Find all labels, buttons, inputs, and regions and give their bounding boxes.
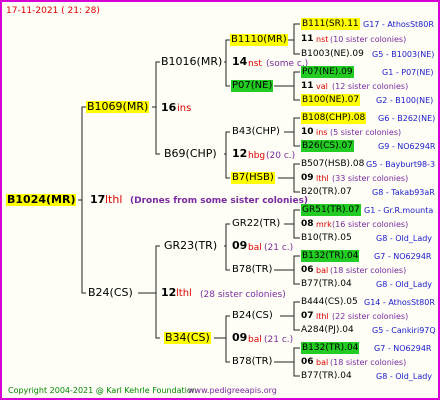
gen4-3-number: 10 xyxy=(301,127,314,137)
pedigree-canvas: 17-11-2021 ( 21: 28) B1024(MR) 17 lthl (… xyxy=(0,0,440,400)
gen2-mating-type-1: nst xyxy=(248,59,262,69)
gen3-queen-1[interactable]: B1110(MR) xyxy=(230,34,288,46)
gen4-1-bottom-queen[interactable]: B1003(NE).09 xyxy=(301,48,364,60)
gen4-8-number: 06 xyxy=(301,357,314,367)
gen4-8-mating-type: bal xyxy=(316,358,329,367)
gen2-mating-type-2: hbg xyxy=(248,151,266,161)
gen4-8-note: (18 sister colonies) xyxy=(330,358,407,367)
gen4-3-bottom-origin: G9 - NO6294R xyxy=(378,142,436,151)
gen4-5-top-queen[interactable]: GR51(TR).07 xyxy=(301,204,361,216)
gen4-7-top-origin: G14 - AthosSt80R xyxy=(364,298,435,307)
gen1-number-1: 16 xyxy=(161,101,177,114)
gen2-note-4: (21 c.) xyxy=(264,335,294,345)
root-note: (Drones from some sister colonies) xyxy=(130,196,309,206)
gen4-4-top-origin: G5 - Bayburt98-3 xyxy=(366,160,436,169)
gen4-1-top-queen[interactable]: B111(SR).11 xyxy=(301,18,360,30)
gen4-1-top-origin: G17 - AthosSt80R xyxy=(363,20,434,29)
gen4-7-mating-type: lthl xyxy=(316,312,329,321)
root-queen[interactable]: B1024(MR) xyxy=(6,194,77,206)
gen1-mating-type-2: lthl xyxy=(176,288,192,299)
gen1-queen-2[interactable]: B24(CS) xyxy=(88,287,133,299)
gen2-queen-3[interactable]: GR23(TR) xyxy=(164,240,217,252)
gen2-note-3: (21 c.) xyxy=(264,243,294,253)
gen4-4-note: (33 sister colonies) xyxy=(332,174,409,183)
gen4-4-top-queen[interactable]: B507(HSB).08 xyxy=(301,158,364,170)
gen2-queen-4[interactable]: B34(CS) xyxy=(164,332,211,344)
gen4-7-top-queen[interactable]: B444(CS).05 xyxy=(301,296,358,308)
gen4-3-note: (5 sister colonies) xyxy=(330,128,402,137)
gen3-queen-2[interactable]: P07(NE) xyxy=(231,80,274,92)
gen4-3-bottom-queen[interactable]: B26(CS).07 xyxy=(301,140,354,152)
gen3-queen-8[interactable]: B78(TR) xyxy=(232,356,272,368)
gen2-number-4: 09 xyxy=(232,331,248,344)
gen4-3-top-queen[interactable]: B108(CHP).08 xyxy=(301,112,367,124)
gen4-2-top-origin: G1 - P07(NE) xyxy=(382,68,434,77)
gen4-1-mating-type: nst xyxy=(316,35,329,44)
gen4-7-number: 07 xyxy=(301,311,314,321)
gen4-6-note: (18 sister colonies) xyxy=(330,266,407,275)
gen2-number-3: 09 xyxy=(232,239,248,252)
gen4-5-bottom-origin: G8 - Old_Lady xyxy=(376,234,433,243)
gen4-5-mating-type: mrk xyxy=(316,220,332,229)
gen4-7-note: (22 sister colonies) xyxy=(332,312,409,321)
gen4-8-bottom-queen[interactable]: B77(TR).04 xyxy=(301,370,352,382)
report-date: 17-11-2021 ( 21: 28) xyxy=(6,6,100,16)
gen2-note-2: (20 c.) xyxy=(266,151,296,161)
gen4-8-top-origin: G7 - NO6294R xyxy=(374,344,432,353)
gen4-5-number: 08 xyxy=(301,219,314,229)
gen3-queen-6[interactable]: B78(TR) xyxy=(232,264,272,276)
gen4-8-top-queen[interactable]: B132(TR).04 xyxy=(301,342,360,354)
gen4-1-number: 11 xyxy=(301,34,314,44)
gen1-mating-type-1: ins xyxy=(177,103,192,114)
gen4-1-bottom-origin: G5 - B1003(NE) xyxy=(372,50,435,59)
gen4-7-bottom-origin: G5 - Cankiri97Q xyxy=(372,326,436,335)
gen4-1-note: (10 sister colonies) xyxy=(330,35,407,44)
gen2-queen-1[interactable]: B1016(MR) xyxy=(161,56,222,68)
gen4-6-number: 06 xyxy=(301,265,314,275)
gen3-queen-7[interactable]: B24(CS) xyxy=(232,310,273,322)
gen4-5-top-origin: G1 - Gr.R.mounta xyxy=(364,206,434,215)
gen4-2-top-queen[interactable]: P07(NE).09 xyxy=(301,66,354,78)
gen4-2-bottom-queen[interactable]: B100(NE).07 xyxy=(301,94,361,106)
gen2-mating-type-4: bal xyxy=(248,335,262,345)
gen4-2-mating-type: val xyxy=(316,82,328,91)
gen4-2-number: 11 xyxy=(301,81,314,91)
footer-site-link[interactable]: www.pedigreeapis.org xyxy=(188,385,277,397)
gen3-queen-3[interactable]: B43(CHP) xyxy=(232,126,280,138)
gen4-2-note: (12 sister colonies) xyxy=(332,82,409,91)
gen4-4-bottom-origin: G8 - Takab93aR xyxy=(372,188,435,197)
gen2-mating-type-3: bal xyxy=(248,243,262,253)
gen4-6-bottom-origin: G8 - Old_Lady xyxy=(376,280,433,289)
gen2-number-2: 12 xyxy=(232,147,248,160)
gen4-6-bottom-queen[interactable]: B77(TR).04 xyxy=(301,278,352,290)
gen4-8-bottom-origin: G8 - Old_Lady xyxy=(376,372,433,381)
root-queen-number: 17 xyxy=(90,193,106,206)
gen4-2-bottom-origin: G2 - B100(NE) xyxy=(376,96,434,105)
gen4-4-mating-type: lthl xyxy=(316,174,329,183)
gen2-queen-2[interactable]: B69(CHP) xyxy=(164,148,217,160)
gen3-queen-4[interactable]: B7(HSB) xyxy=(231,172,275,184)
gen4-7-bottom-queen[interactable]: A284(PJ).04 xyxy=(301,324,354,336)
gen4-3-top-origin: G6 - B262(NE) xyxy=(378,114,436,123)
gen4-3-mating-type: ins xyxy=(316,128,328,137)
gen4-4-bottom-queen[interactable]: B20(TR).07 xyxy=(301,186,352,198)
gen1-number-2: 12 xyxy=(161,286,177,299)
gen1-queen-1[interactable]: B1069(MR) xyxy=(86,101,150,113)
gen3-queen-5[interactable]: GR22(TR) xyxy=(232,218,280,230)
footer-copyright: Copyright 2004-2021 @ Karl Kehrle Founda… xyxy=(8,386,197,395)
gen4-6-top-queen[interactable]: B132(TR).04 xyxy=(301,250,360,262)
gen4-5-note: (16 sister colonies) xyxy=(332,220,409,229)
gen4-6-mating-type: bal xyxy=(316,266,329,275)
gen4-4-number: 09 xyxy=(301,173,314,183)
root-mating-type: lthl xyxy=(105,193,123,206)
gen1-note-2: (28 sister colonies) xyxy=(200,290,286,300)
gen4-6-top-origin: G7 - NO6294R xyxy=(374,252,432,261)
gen2-number-1: 14 xyxy=(232,55,248,68)
gen4-5-bottom-queen[interactable]: B10(TR).05 xyxy=(301,232,352,244)
